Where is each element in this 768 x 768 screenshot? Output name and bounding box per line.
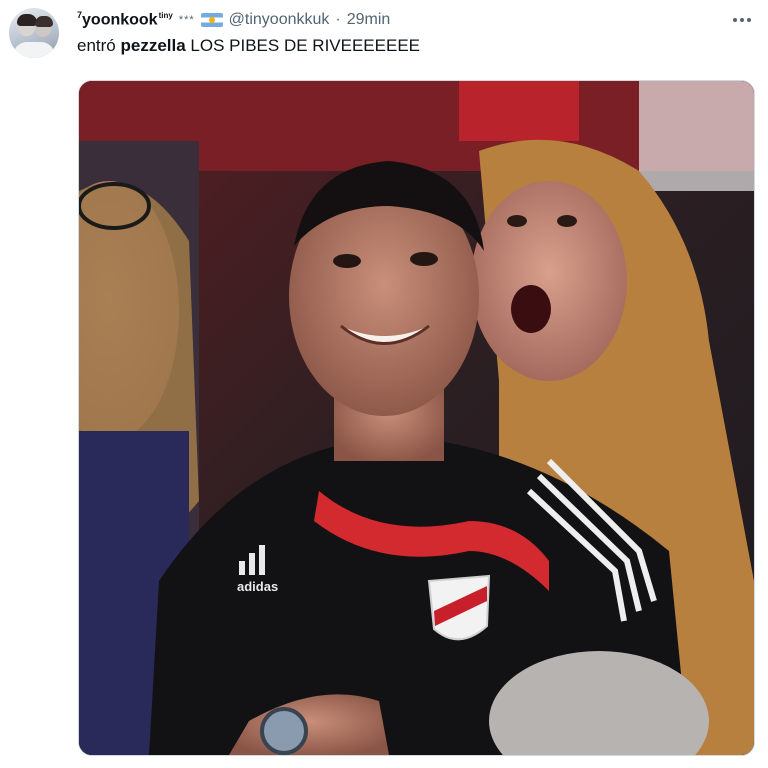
tweet-header: 7yoonkooktiny *** @tinyoonkkuk · 29min <box>77 8 390 32</box>
argentina-flag-icon <box>200 13 223 27</box>
timestamp[interactable]: 29min <box>347 11 391 29</box>
user-handle[interactable]: @tinyoonkkuk <box>229 11 330 29</box>
adidas-text: adidas <box>237 579 278 594</box>
tweet-text: entró pezzella LOS PIBES DE RIVEEEEEEE <box>77 36 421 55</box>
separator-dot: · <box>335 11 341 28</box>
tweet-text-bold: pezzella <box>120 36 186 55</box>
avatar[interactable] <box>9 8 59 58</box>
tweet[interactable]: 7yoonkooktiny *** @tinyoonkkuk · 29min e… <box>0 0 768 768</box>
display-name[interactable]: 7yoonkooktiny <box>77 10 173 29</box>
stars-decoration: *** <box>178 14 195 26</box>
tweet-photo[interactable]: adidas <box>78 80 755 756</box>
more-options-icon[interactable] <box>728 10 756 30</box>
